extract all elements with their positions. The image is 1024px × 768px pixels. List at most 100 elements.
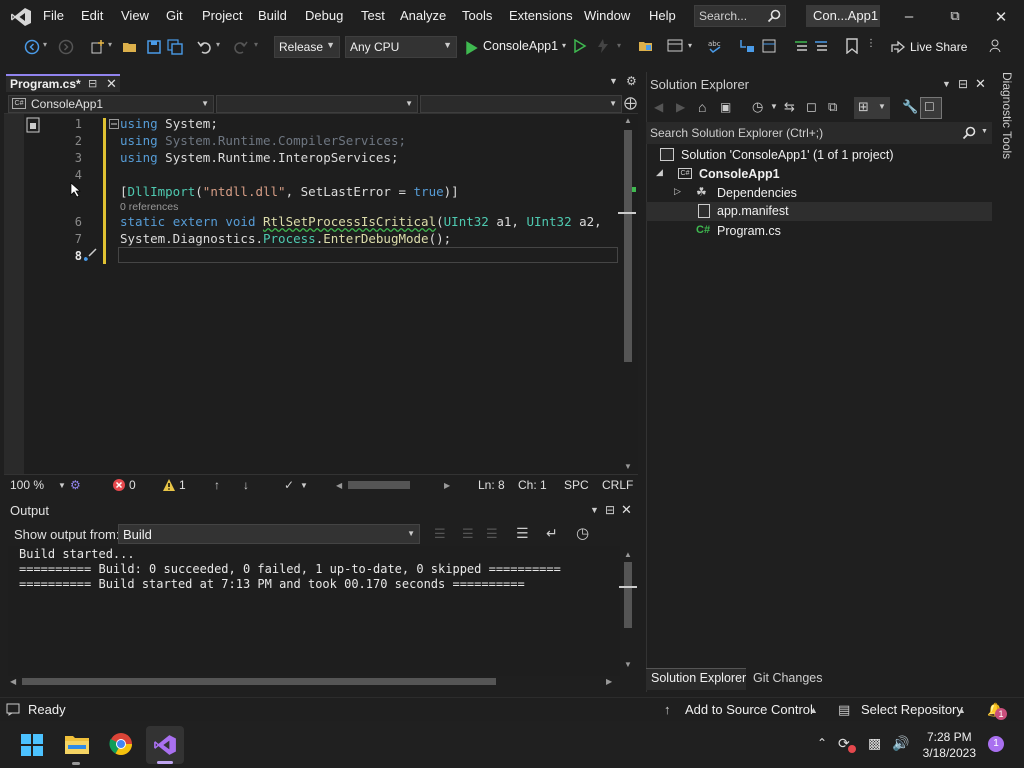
clear-all-icon[interactable]: ☰ [516, 525, 529, 542]
layout-icon[interactable] [667, 38, 683, 54]
search-options-dropdown-icon[interactable]: ▼ [981, 128, 988, 135]
visual-studio-taskbar-button[interactable] [146, 726, 184, 764]
toolbar-overflow-icon[interactable]: ⋮ [866, 38, 876, 49]
code-editor[interactable] [4, 114, 638, 474]
comment-lines-icon[interactable] [793, 38, 809, 54]
output-horizontal-scrollbar[interactable]: ◀ ▶ [8, 676, 620, 688]
intellicode-icon[interactable]: ⚙ [70, 478, 81, 492]
menu-file[interactable]: File [43, 8, 64, 23]
close-tab-icon[interactable]: ✕ [106, 76, 117, 92]
editor-settings-gear-icon[interactable]: ⚙ [626, 74, 637, 88]
zoom-dropdown-icon[interactable]: ▼ [58, 481, 66, 490]
select-repository-button[interactable]: Select Repository [861, 702, 963, 717]
cleanup-dropdown-icon[interactable]: ▼ [300, 481, 308, 490]
horizontal-scroll-thumb[interactable] [348, 481, 410, 489]
menu-edit[interactable]: Edit [81, 8, 103, 23]
refresh-icon[interactable]: ◻ [806, 99, 817, 115]
pin-icon[interactable]: ⊟ [958, 77, 968, 91]
split-editor-icon[interactable]: ⨁ [624, 95, 637, 111]
pin-icon[interactable]: ⊟ [605, 503, 615, 517]
platform-combo[interactable]: Any CPU ▼ [345, 36, 457, 58]
browse-folder-icon[interactable] [638, 38, 654, 54]
window-position-dropdown-icon[interactable]: ▼ [942, 79, 951, 89]
redo-icon[interactable] [232, 39, 248, 55]
output-status-icon[interactable] [6, 703, 20, 716]
type-combo[interactable]: ▼ [216, 95, 418, 113]
menu-analyze[interactable]: Analyze [400, 8, 446, 23]
taskbar-clock[interactable]: 7:28 PM 3/18/2023 [923, 729, 976, 761]
new-project-icon[interactable] [90, 39, 106, 55]
show-all-files-toggle[interactable]: ⊞ ▼ [854, 97, 890, 119]
diagnostic-tools-tab[interactable]: Diagnostic Tools [1000, 72, 1016, 172]
layout-dropdown-icon[interactable]: ▾ [688, 41, 692, 50]
column-indicator[interactable]: Ch: 1 [518, 478, 547, 492]
menu-git[interactable]: Git [166, 8, 183, 23]
bookmark-window-icon[interactable] [761, 38, 777, 54]
intellicode-brush-icon[interactable] [82, 247, 98, 263]
next-message-icon[interactable]: ☰ [486, 526, 498, 542]
output-scroll-thumb[interactable] [624, 562, 632, 628]
save-icon[interactable] [146, 39, 162, 55]
undo-dropdown-icon[interactable]: ▾ [216, 40, 220, 49]
collapse-region-icon[interactable] [109, 119, 119, 129]
run-target-label[interactable]: ConsoleApp1 [483, 39, 558, 53]
new-dropdown-icon[interactable]: ▾ [108, 40, 112, 49]
previous-issue-icon[interactable]: ↑ [214, 478, 220, 492]
close-panel-icon[interactable]: ✕ [975, 76, 986, 92]
menu-view[interactable]: View [121, 8, 149, 23]
back-dropdown-icon[interactable]: ▾ [43, 40, 47, 49]
volume-icon[interactable]: 🔊 [892, 735, 909, 752]
hot-reload-dropdown-icon[interactable]: ▾ [617, 41, 621, 50]
scroll-down-icon[interactable]: ▼ [624, 660, 632, 669]
whitespace-indicator[interactable]: SPC [564, 478, 589, 492]
windows-start-icon[interactable] [21, 734, 43, 756]
show-hidden-icons-chevron-icon[interactable]: ⌃ [817, 736, 827, 750]
scroll-right-icon[interactable]: ▶ [606, 677, 612, 686]
menu-debug[interactable]: Debug [305, 8, 343, 23]
live-share-button[interactable]: Live Share [910, 40, 967, 54]
tab-program-cs[interactable]: Program.cs* ⊟ ✕ [6, 74, 120, 92]
home-icon[interactable]: ⌂ [698, 99, 706, 115]
scroll-down-icon[interactable]: ▼ [624, 462, 632, 471]
switch-views-icon[interactable]: ▣ [720, 100, 731, 114]
pending-changes-filter-icon[interactable]: ◷ [752, 99, 763, 115]
back-navigate-icon[interactable] [24, 39, 40, 55]
warning-icon[interactable] [162, 478, 176, 492]
menu-project[interactable]: Project [202, 8, 242, 23]
line-ending-indicator[interactable]: CRLF [602, 478, 633, 492]
scroll-left-icon[interactable]: ◀ [10, 677, 16, 686]
file-explorer-icon[interactable] [64, 733, 90, 755]
open-folder-icon[interactable] [122, 39, 138, 55]
output-vertical-scrollbar[interactable]: ▲ ▼ [619, 548, 637, 674]
output-source-combo[interactable]: Build ▼ [118, 524, 420, 544]
next-issue-icon[interactable]: ↓ [243, 478, 249, 492]
solution-search-input[interactable]: Search Solution Explorer (Ctrl+;) ▼ [646, 122, 992, 144]
scroll-up-icon[interactable]: ▲ [624, 116, 632, 125]
step-into-icon[interactable] [738, 38, 756, 54]
tree-item-project[interactable]: ◢ C# ConsoleApp1 [646, 165, 992, 183]
close-icon[interactable]: ✕ [991, 8, 1011, 26]
tab-git-changes[interactable]: Git Changes [753, 671, 822, 685]
menu-window[interactable]: Window [584, 8, 630, 23]
collapse-all-icon[interactable]: ⧉ [828, 99, 837, 115]
collapsed-chevron-icon[interactable]: ▷ [674, 186, 681, 197]
scroll-left-icon[interactable]: ◀ [336, 481, 342, 490]
timestamp-icon[interactable]: ◷ [576, 524, 589, 542]
close-panel-icon[interactable]: ✕ [621, 502, 632, 518]
configuration-combo[interactable]: Release ▼ [274, 36, 340, 58]
zoom-level[interactable]: 100 % [10, 478, 44, 492]
previous-message-icon[interactable]: ☰ [462, 526, 474, 542]
error-count[interactable]: 0 [129, 478, 136, 492]
filter-dropdown-icon[interactable]: ▼ [770, 102, 778, 111]
forward-navigate-icon[interactable] [58, 39, 74, 55]
bookmark-icon[interactable] [845, 38, 859, 54]
tab-solution-explorer-label[interactable]: Solution Explorer [651, 671, 746, 685]
search-input[interactable]: Search... [694, 5, 786, 27]
menu-test[interactable]: Test [361, 8, 385, 23]
menu-extensions[interactable]: Extensions [509, 8, 573, 23]
run-target-dropdown-icon[interactable]: ▾ [562, 41, 566, 50]
member-combo[interactable]: ▼ [420, 95, 622, 113]
redo-dropdown-icon[interactable]: ▾ [254, 40, 258, 49]
tree-item-solution[interactable]: Solution 'ConsoleApp1' (1 of 1 project) [646, 146, 992, 164]
chrome-icon[interactable] [109, 732, 133, 756]
